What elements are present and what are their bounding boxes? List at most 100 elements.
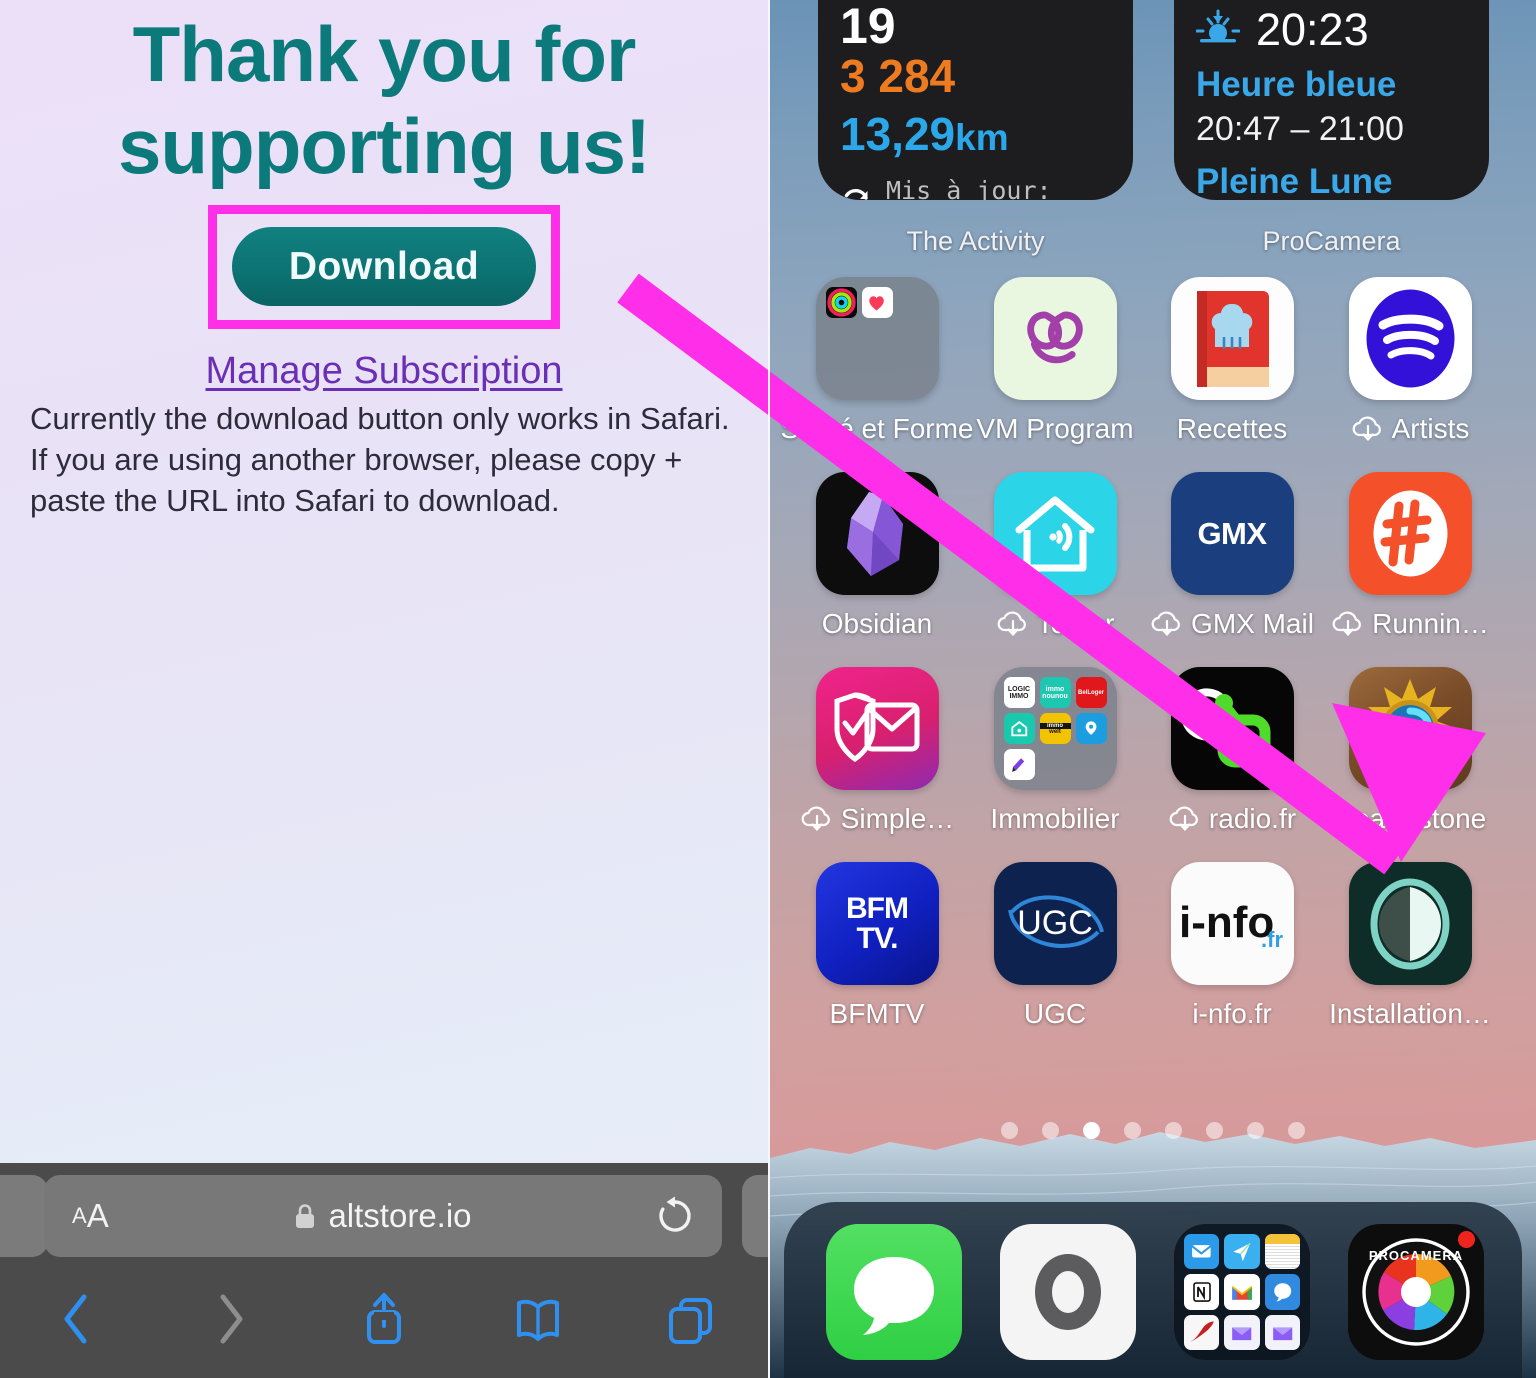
app-label-text: radio.fr xyxy=(1208,803,1297,834)
reload-icon[interactable] xyxy=(654,1175,696,1257)
icloud-download-icon xyxy=(996,611,1030,637)
installation-app-icon xyxy=(1348,862,1472,985)
manage-subscription-label: Manage Subscription xyxy=(205,350,563,392)
app-label: Tether xyxy=(996,608,1115,640)
app-cell-hearthstone[interactable]: Hearthstone xyxy=(1321,667,1499,835)
share-button[interactable] xyxy=(307,1271,461,1367)
tether-icon xyxy=(993,472,1117,595)
tabs-button[interactable] xyxy=(614,1271,768,1367)
app-cell-installation[interactable]: Installation… xyxy=(1321,862,1499,1030)
app-label-text: Simple… xyxy=(840,803,955,834)
immobilier-folder-icon: LOGIC IMMO immo nounou BelLoger immo wel… xyxy=(993,667,1117,790)
app-cell-i-nfo-fr[interactable]: i-nfo .fr i-nfo.fr xyxy=(1143,862,1321,1030)
app-label-text: Installation… xyxy=(1329,998,1491,1029)
blue-hour-range: 20:47 – 21:00 xyxy=(1196,110,1404,148)
download-notice-text: Currently the download button only works… xyxy=(30,401,730,518)
app-label-text: Runnin… xyxy=(1372,608,1489,639)
webpage-content: Thank you for supporting us! Download Ma… xyxy=(0,0,768,1163)
recettes-icon xyxy=(1170,277,1294,400)
app-cell-artists[interactable]: Artists xyxy=(1321,277,1499,445)
app-label-text: Artists xyxy=(1391,413,1470,444)
app-cell-running[interactable]: Runnin… xyxy=(1321,472,1499,640)
mail-folder-icon xyxy=(1174,1224,1310,1360)
simplelogin-icon xyxy=(815,667,939,790)
download-button-highlight-group: Download xyxy=(208,205,560,329)
app-label: radio.fr xyxy=(1168,803,1296,835)
spotify-artists-icon xyxy=(1348,277,1472,400)
sunset-icon xyxy=(1195,6,1241,54)
dock-item-messages[interactable] xyxy=(826,1224,962,1360)
page-dot[interactable] xyxy=(1206,1122,1223,1139)
app-cell-radio-fr[interactable]: radio.fr xyxy=(1143,667,1321,835)
icloud-download-icon xyxy=(1351,416,1385,442)
ios-dock: PROCAMERA xyxy=(784,1202,1522,1378)
gmx-mail-icon: GMX xyxy=(1170,472,1294,595)
page-dot[interactable] xyxy=(1288,1122,1305,1139)
page-indicator-dots[interactable] xyxy=(770,1122,1536,1139)
dock-item-halide[interactable] xyxy=(1000,1224,1136,1360)
bookmarks-button[interactable] xyxy=(461,1271,615,1367)
next-tab-pill[interactable] xyxy=(742,1175,768,1257)
app-cell-bfmtv[interactable]: BFM TV. BFMTV xyxy=(788,862,966,1030)
manage-subscription-link[interactable]: Manage Subscription xyxy=(0,350,768,393)
app-label-text: Hearthstone xyxy=(1333,803,1487,834)
blue-hour-label: Heure bleue xyxy=(1196,65,1397,104)
procamera-badge xyxy=(1458,1231,1475,1248)
app-row: Santé et Forme VM Program Recettes Artis… xyxy=(770,277,1536,472)
back-button[interactable] xyxy=(0,1271,154,1367)
widget-label-the-activity: The Activity xyxy=(906,226,1045,256)
icloud-download-icon xyxy=(1168,806,1202,832)
app-cell-sante-et-forme[interactable]: Santé et Forme xyxy=(781,277,974,445)
page-dot[interactable] xyxy=(1001,1122,1018,1139)
activity-distance: 13,29km xyxy=(840,106,1111,166)
app-label: BFMTV xyxy=(830,998,925,1030)
previous-tab-pill[interactable] xyxy=(0,1175,48,1257)
ugc-icon: UGC xyxy=(993,862,1117,985)
page-dot[interactable] xyxy=(1247,1122,1264,1139)
icloud-download-icon xyxy=(800,806,834,832)
i-nfo-fr-icon: i-nfo .fr xyxy=(1170,862,1294,985)
screenshot-divider xyxy=(768,0,770,1378)
svg-text:PROCAMERA: PROCAMERA xyxy=(1369,1248,1463,1263)
page-dot[interactable] xyxy=(1042,1122,1059,1139)
app-cell-simplelogin[interactable]: Simple… xyxy=(788,667,966,835)
app-cell-tether[interactable]: Tether xyxy=(966,472,1144,640)
page-dot[interactable] xyxy=(1165,1122,1182,1139)
app-label-text: Tether xyxy=(1036,608,1115,639)
obsidian-icon xyxy=(815,472,939,595)
dock-item-procamera[interactable]: PROCAMERA xyxy=(1348,1224,1484,1360)
app-label-text: BFMTV xyxy=(829,998,925,1029)
activity-updated-row: Mis à jour: 12… xyxy=(840,176,1111,200)
app-label-text: Santé et Forme xyxy=(780,413,974,444)
page-dot-active[interactable] xyxy=(1083,1122,1100,1139)
procamera-widget[interactable]: 20:23 Heure bleue 20:47 – 21:00 Pleine L… xyxy=(1174,0,1489,200)
app-cell-obsidian[interactable]: Obsidian xyxy=(788,472,966,640)
app-cell-vm-program[interactable]: VM Program xyxy=(966,277,1144,445)
app-label-text: VM Program xyxy=(976,413,1134,444)
widget-row: 19 3 284 13,29km Mis à jour: 12… xyxy=(770,0,1536,262)
procamera-icon: PROCAMERA xyxy=(1348,1224,1484,1360)
app-row: BFM TV. BFMTV UGC UGC i-nfo .fr i-nfo.fr… xyxy=(770,862,1536,1057)
page-dot[interactable] xyxy=(1124,1122,1141,1139)
icloud-download-icon xyxy=(1331,611,1365,637)
address-bar[interactable]: AA altstore.io xyxy=(44,1175,722,1257)
vm-program-icon xyxy=(993,277,1117,400)
procamera-time: 20:23 xyxy=(1256,4,1369,55)
activity-distance-unit: km xyxy=(955,117,1009,158)
app-cell-gmx-mail[interactable]: GMX GMX Mail xyxy=(1143,472,1321,640)
app-cell-recettes[interactable]: Recettes xyxy=(1143,277,1321,445)
url-text: altstore.io xyxy=(328,1197,472,1234)
hearthstone-icon xyxy=(1348,667,1472,790)
app-row: Simple… LOGICIMMO immonounou BelLoger xyxy=(770,667,1536,862)
activity-steps: 3 284 xyxy=(840,50,956,102)
the-activity-widget[interactable]: 19 3 284 13,29km Mis à jour: 12… xyxy=(818,0,1133,200)
app-label: VM Program xyxy=(976,413,1133,445)
download-button[interactable]: Download xyxy=(232,227,536,306)
dock-item-mail-folder[interactable] xyxy=(1174,1224,1310,1360)
app-label: Artists xyxy=(1351,413,1470,445)
app-label-text: Obsidian xyxy=(821,608,933,639)
safari-bottom-chrome: AA altstore.io xyxy=(0,1163,768,1378)
app-cell-immobilier[interactable]: LOGIC IMMO immo nounou BelLoger immo wel… xyxy=(966,667,1144,835)
app-icon-grid: Santé et Forme VM Program Recettes Artis… xyxy=(770,277,1536,1057)
app-cell-ugc[interactable]: UGC UGC xyxy=(966,862,1144,1030)
